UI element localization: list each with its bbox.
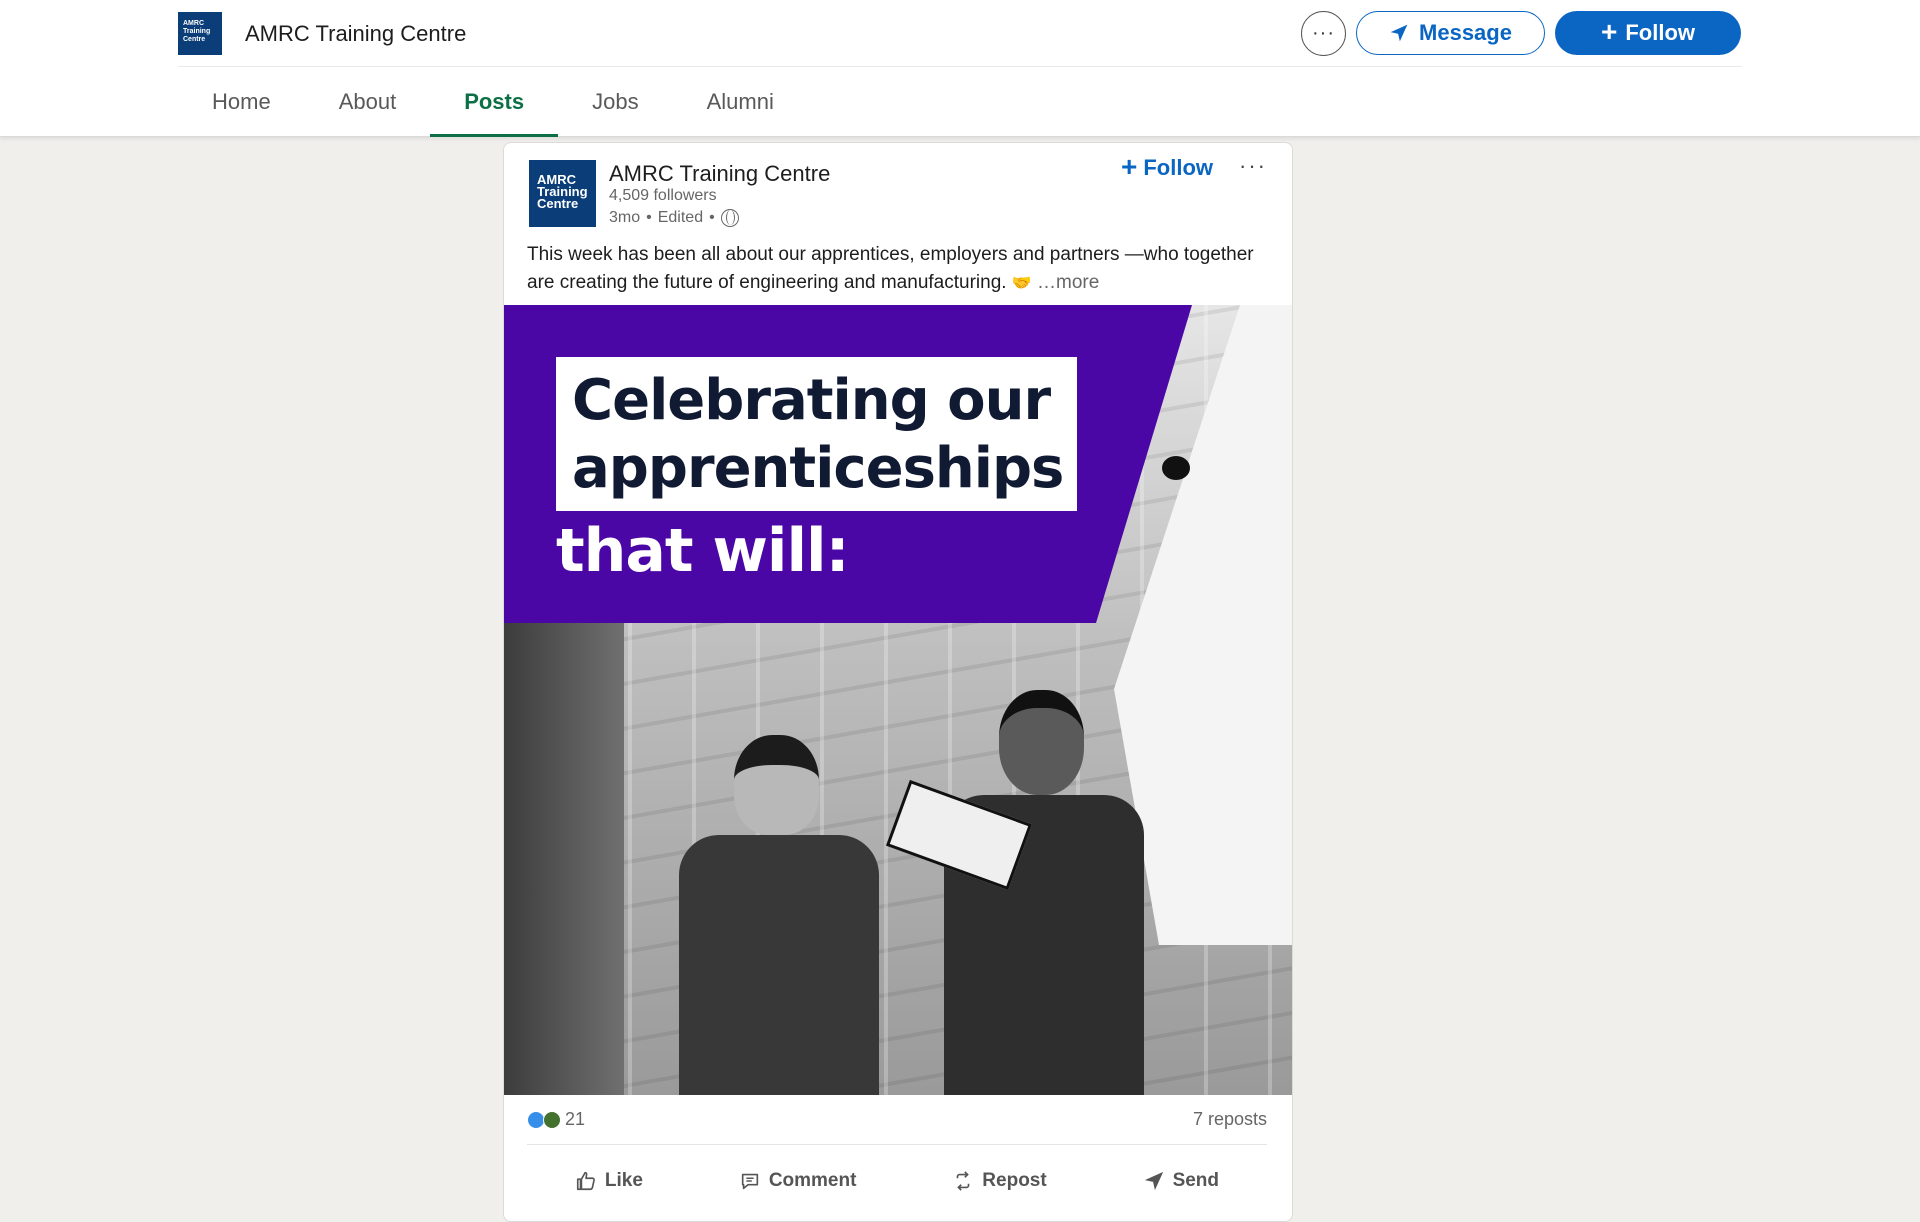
repost-button[interactable]: Repost [952,1170,1047,1192]
comment-bubble-icon [741,1173,758,1190]
plus-icon: + [1600,15,1618,47]
reactions-summary[interactable]: 21 [527,1109,585,1130]
post-follower-count: 4,509 followers [609,187,717,204]
more-options-button[interactable]: ··· [1301,11,1346,56]
page-tabs: Home About Posts Jobs Alumni [178,67,808,137]
headline-line-3: that will: [556,516,850,586]
see-more-link[interactable]: …more [1037,272,1099,293]
headline-box: Celebrating our apprenticeships [556,357,1078,511]
post-time: 3mo [609,209,641,226]
repost-count[interactable]: 7 reposts [1193,1109,1267,1130]
thumbs-up-icon [576,1171,595,1191]
tab-jobs[interactable]: Jobs [558,67,672,137]
post-actions: Like Comment Repost Send [527,1146,1267,1216]
ellipsis-icon: ··· [1312,22,1335,44]
send-button[interactable]: Send [1143,1170,1219,1192]
send-arrow-icon [1390,24,1408,42]
follow-button[interactable]: + Follow [1555,11,1741,55]
tab-alumni[interactable]: Alumni [673,67,808,137]
company-logo[interactable]: AMRC Training Centre [178,12,222,55]
post-stats: 21 7 reposts [527,1095,1267,1145]
post-meta: 3mo • Edited • [609,209,739,227]
plus-icon: + [1121,150,1138,182]
post-body: This week has been all about our apprent… [527,241,1267,298]
message-button[interactable]: Message [1356,11,1545,55]
handshake-icon: 🤝 [1011,275,1032,292]
post-author-logo[interactable]: AMRC Training Centre [529,160,596,227]
robot-joint [1162,456,1190,480]
machinery [504,623,624,1095]
headline-line-2: apprenticeships [572,436,1064,501]
tab-about[interactable]: About [305,67,431,137]
post-follow-button[interactable]: + Follow [1121,150,1213,182]
tab-home[interactable]: Home [178,67,305,137]
company-name[interactable]: AMRC Training Centre [245,21,466,47]
reaction-count: 21 [565,1109,586,1129]
comment-button[interactable]: Comment [739,1170,856,1192]
celebrate-reaction-icon [543,1110,561,1129]
follow-label: Follow [1625,20,1695,45]
company-header: AMRC Training Centre AMRC Training Centre … [0,0,1920,137]
header-top-row: AMRC Training Centre AMRC Training Centre … [178,0,1742,67]
post-menu-icon[interactable]: ··· [1239,153,1267,179]
post-edited: Edited [657,209,704,226]
globe-icon [720,209,739,227]
post-image[interactable]: Celebrating our apprenticeships that wil… [504,305,1292,1095]
send-arrow-icon [1144,1171,1163,1191]
apprentice-figure-left [679,735,879,1095]
repost-arrows-icon [956,1171,970,1191]
like-button[interactable]: Like [575,1170,643,1192]
post-author-name[interactable]: AMRC Training Centre [609,161,830,187]
tab-posts[interactable]: Posts [430,67,559,137]
post-card: AMRC Training Centre AMRC Training Centre … [503,142,1293,1222]
post-text: This week has been all about our apprent… [527,244,1254,293]
apprentice-figure-right [885,690,1144,1095]
headline-line-1: Celebrating our [572,368,1051,433]
message-label: Message [1419,20,1512,45]
